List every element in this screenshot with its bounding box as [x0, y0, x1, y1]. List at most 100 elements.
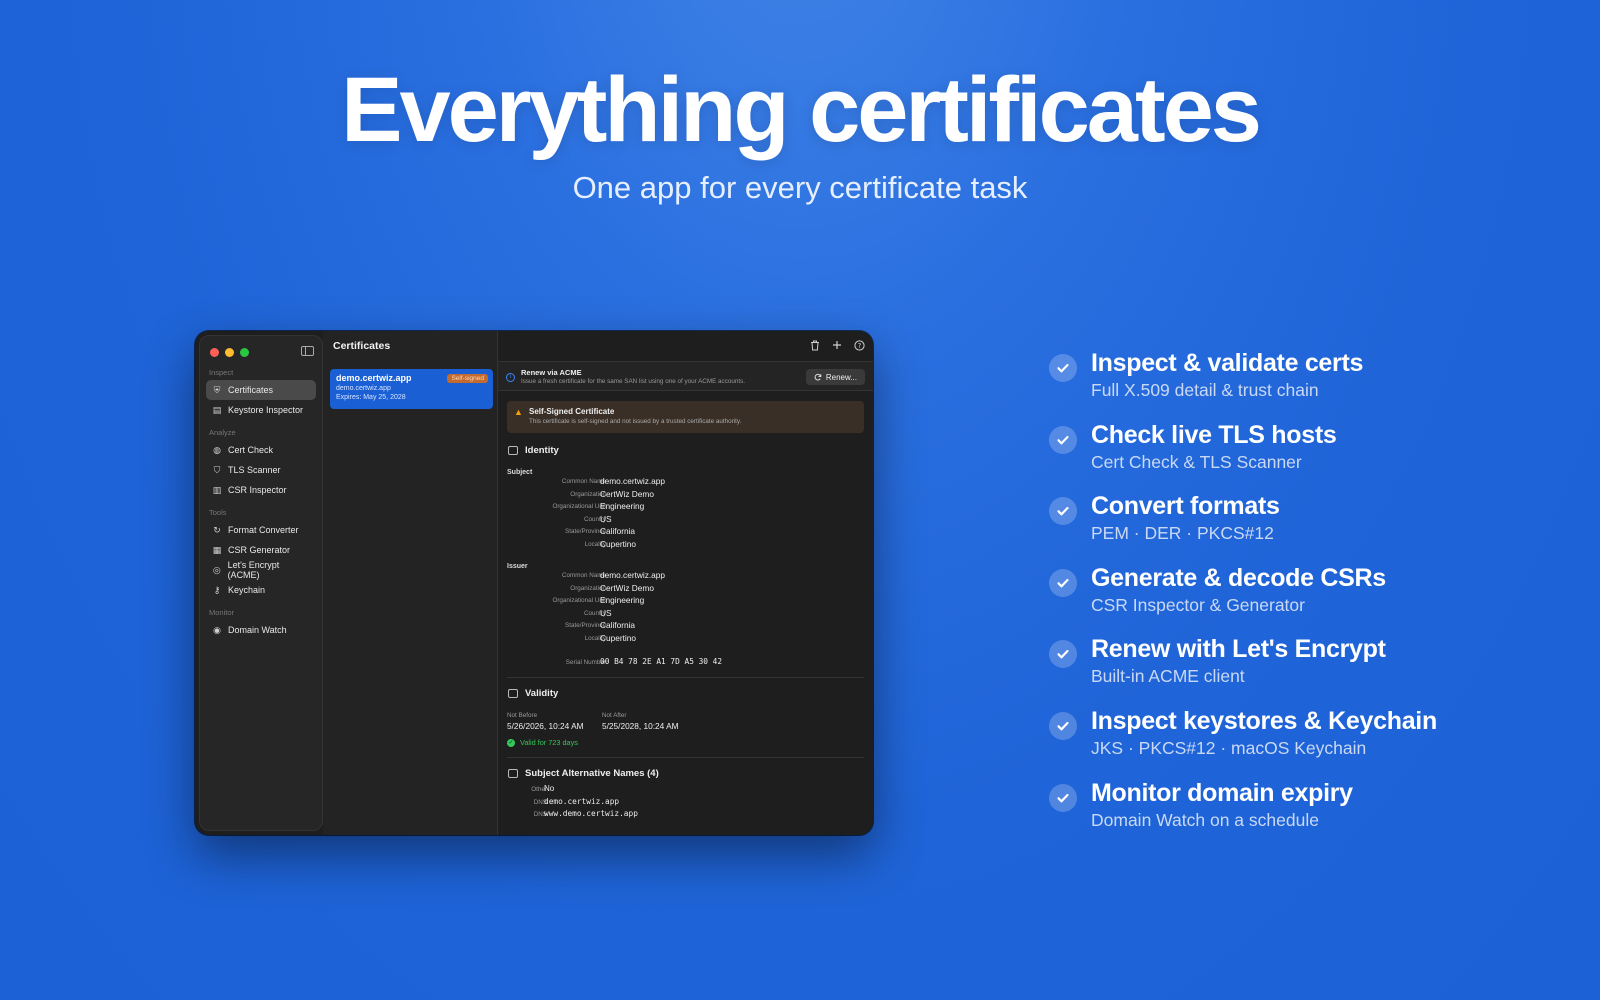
- feature-title: Renew with Let's Encrypt: [1091, 635, 1386, 664]
- help-icon[interactable]: ?: [853, 339, 865, 351]
- warning-description: This certificate is self-signed and not …: [529, 418, 742, 425]
- self-signed-warning: ▲ Self-Signed Certificate This certifica…: [507, 401, 864, 433]
- serial-number-value: 00 B4 78 2E A1 7D A5 30 42: [600, 657, 723, 666]
- feature-title: Convert formats: [1091, 492, 1280, 521]
- sidebar-item-csr-generator[interactable]: ▦ CSR Generator: [206, 540, 316, 560]
- sidebar-item-format-converter[interactable]: ↻ Format Converter: [206, 520, 316, 540]
- serial-number-row: Serial Number 00 B4 78 2E A1 7D A5 30 42: [498, 657, 873, 670]
- field-value: California: [600, 526, 636, 536]
- sidebar-item-cert-check[interactable]: ◍ Cert Check: [206, 440, 316, 460]
- field-value: demo.certwiz.app: [600, 476, 666, 486]
- feature-subtitle: PEM · DER · PKCS#12: [1091, 523, 1274, 544]
- field-row: Common Name demo.certwiz.app: [498, 476, 873, 489]
- field-row: Organizational Unit Engineering: [498, 501, 873, 514]
- divider: [507, 677, 864, 678]
- hero-title: Everything certificates: [341, 59, 1262, 161]
- field-label: Organizational Unit: [552, 597, 606, 604]
- svg-text:?: ?: [857, 342, 861, 350]
- certificate-list-item[interactable]: demo.certwiz.app demo.certwiz.app Expire…: [330, 369, 493, 409]
- sidebar-item-let-s-encrypt-acme[interactable]: ◎ Let's Encrypt (ACME): [206, 560, 316, 580]
- id-card-icon: [508, 446, 518, 455]
- field-row: State/Province California: [498, 620, 873, 633]
- feature-title: Monitor domain expiry: [1091, 778, 1353, 807]
- san-row: DNS www.demo.certwiz.app: [498, 809, 873, 821]
- not-after-label: Not After: [602, 712, 627, 719]
- lock-icon: ◎: [212, 564, 221, 575]
- field-value: Engineering: [600, 501, 645, 511]
- issuer-label: Issuer: [507, 563, 528, 570]
- acme-description: Issue a fresh certificate for the same S…: [521, 378, 745, 385]
- sidebar-item-label: CSR Inspector: [228, 485, 287, 495]
- field-row: Common Name demo.certwiz.app: [498, 570, 873, 583]
- san-row: Other No: [498, 784, 873, 796]
- identity-heading: Identity: [508, 445, 559, 456]
- sidebar-item-label: TLS Scanner: [228, 465, 281, 475]
- sidebar-item-keychain[interactable]: ⚷ Keychain: [206, 580, 316, 600]
- close-window-button[interactable]: [210, 348, 219, 357]
- feature-list: Inspect & validate certs Full X.509 deta…: [1049, 348, 1569, 849]
- sidebar-item-certificates[interactable]: ⛨ Certificates: [206, 380, 316, 400]
- san-value: No: [544, 784, 555, 793]
- feature-item: Convert formats PEM · DER · PKCS#12: [1049, 491, 1569, 563]
- field-value: Cupertino: [600, 632, 636, 643]
- warning-icon: ▲: [514, 407, 523, 417]
- certificate-list: Certificates demo.certwiz.app demo.certw…: [323, 331, 497, 835]
- sidebar-toggle-icon[interactable]: [301, 346, 314, 356]
- doc-lock-icon: ▤: [212, 404, 222, 415]
- renew-button[interactable]: Renew...: [805, 369, 865, 385]
- field-value: Cupertino: [600, 538, 636, 549]
- checkmark-icon: [1049, 568, 1077, 597]
- field-row: Organization CertWiz Demo: [498, 583, 873, 596]
- sidebar-item-domain-watch[interactable]: ◉ Domain Watch: [206, 620, 316, 640]
- trash-icon[interactable]: [809, 339, 821, 351]
- sidebar-item-keystore-inspector[interactable]: ▤ Keystore Inspector: [206, 400, 316, 420]
- sidebar: Inspect ⛨ Certificates ▤ Keystore Inspector A…: [199, 335, 323, 831]
- cert-expiry: Expires: May 25, 2028: [336, 394, 406, 401]
- sidebar-item-csr-inspector[interactable]: ▥ CSR Inspector: [206, 480, 316, 500]
- checkmark-icon: [1049, 425, 1077, 454]
- minimize-window-button[interactable]: [225, 348, 234, 357]
- sidebar-item-label: Keystore Inspector: [228, 405, 304, 415]
- shield-check-icon: ⛨: [213, 384, 221, 395]
- sidebar-item-label: Format Converter: [228, 525, 299, 535]
- field-value: CertWiz Demo: [600, 488, 654, 499]
- san-value: demo.certwiz.app: [544, 796, 620, 806]
- sidebar-section-label: Monitor: [209, 608, 235, 617]
- field-value: demo.certwiz.app: [600, 570, 666, 580]
- checkmark-icon: [1049, 640, 1077, 669]
- checkmark-icon: [1049, 711, 1077, 740]
- refresh-icon: ↻: [213, 524, 221, 535]
- check-circle-icon: ✓: [507, 738, 515, 747]
- feature-title: Generate & decode CSRs: [1091, 563, 1386, 592]
- validity-title: Validity: [525, 688, 559, 699]
- feature-title: Inspect keystores & Keychain: [1091, 706, 1437, 735]
- add-icon[interactable]: [831, 339, 843, 351]
- feature-title: Inspect & validate certs: [1091, 349, 1364, 377]
- field-value: Engineering: [600, 595, 645, 605]
- eye-icon: ◉: [213, 624, 221, 635]
- sidebar-section-label: Tools: [209, 508, 227, 517]
- field-value: US: [600, 513, 612, 524]
- not-before-value: 5/26/2026, 10:24 AM: [507, 721, 584, 731]
- field-row: Country US: [498, 608, 873, 621]
- self-signed-badge: Self-signed: [447, 374, 488, 383]
- field-label: Organizational Unit: [552, 503, 606, 510]
- validity-heading: Validity: [508, 688, 558, 699]
- hero-subtitle: One app for every certificate task: [572, 170, 1028, 205]
- san-title: Subject Alternative Names (4): [525, 768, 659, 779]
- divider: [507, 757, 864, 758]
- globe-icon: ◍: [213, 444, 221, 455]
- key-icon: ⚷: [213, 584, 221, 595]
- feature-subtitle: Domain Watch on a schedule: [1091, 809, 1319, 830]
- field-row: Locality Cupertino: [498, 539, 873, 552]
- field-row: Country US: [498, 514, 873, 527]
- field-row: State/Province California: [498, 526, 873, 539]
- subject-label: Subject: [507, 469, 533, 476]
- feature-subtitle: Built-in ACME client: [1091, 666, 1245, 687]
- refresh-icon: [814, 373, 822, 381]
- feature-title: Check live TLS hosts: [1091, 420, 1337, 449]
- zoom-window-button[interactable]: [240, 348, 249, 357]
- sidebar-item-tls-scanner[interactable]: ⛉ TLS Scanner: [206, 460, 316, 480]
- sidebar-item-label: Domain Watch: [228, 625, 287, 635]
- field-row: Organizational Unit Engineering: [498, 595, 873, 608]
